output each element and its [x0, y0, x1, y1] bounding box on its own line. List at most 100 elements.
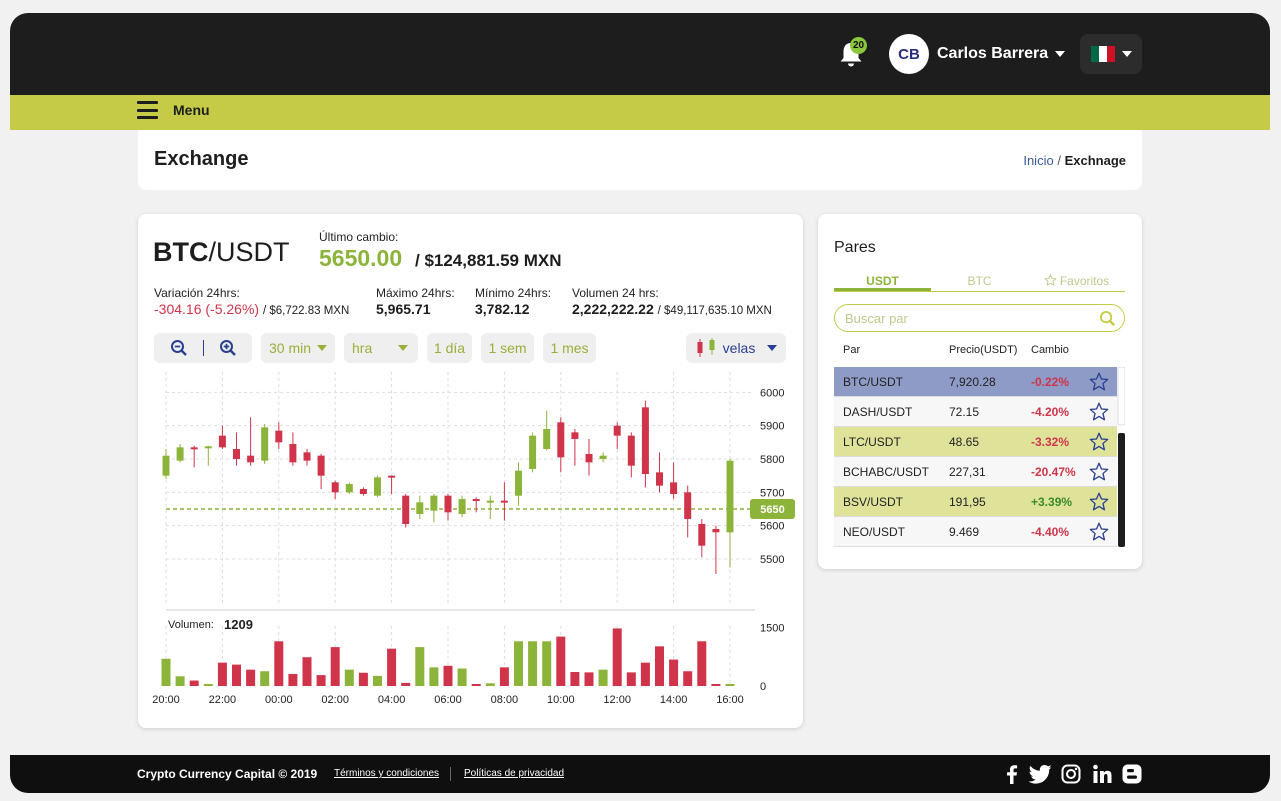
range-month-button[interactable]: 1 mes: [543, 333, 596, 363]
volume-bar: [203, 684, 213, 686]
star-icon[interactable]: [1089, 372, 1109, 391]
candle-body: [261, 427, 269, 461]
star-icon[interactable]: [1089, 462, 1109, 481]
chevron-down-icon: [398, 345, 408, 351]
candle-body: [543, 429, 551, 449]
candle-body: [585, 454, 593, 463]
candle-body: [458, 499, 466, 514]
pair-row[interactable]: BSV/USDT 191,95 +3.39%: [834, 487, 1117, 517]
breadcrumb-separator: /: [1057, 153, 1061, 168]
volume-bar: [655, 646, 664, 686]
volume-bar: [584, 672, 594, 686]
candle-body: [627, 435, 635, 466]
volume-bar: [542, 641, 552, 686]
pair-row[interactable]: BCHABC/USDT 227,31 -20.47%: [834, 457, 1117, 487]
volume-bar: [612, 628, 622, 686]
pair-change: -0.22%: [1031, 375, 1070, 389]
volume-bar: [457, 668, 467, 686]
interval-select[interactable]: 30 min: [261, 333, 335, 363]
pair-change: -4.40%: [1031, 525, 1070, 539]
unit-select[interactable]: hra: [344, 333, 418, 363]
app-frame: 20 CB Carlos Barrera Menu Exchange Inici…: [10, 13, 1270, 793]
header-price: Precio(USDT): [949, 344, 1018, 356]
pair-row[interactable]: DASH/USDT 72.15 -4.20%: [834, 397, 1117, 427]
volume-bar: [514, 641, 523, 686]
breadcrumb-home-link[interactable]: Inicio: [1023, 153, 1053, 168]
pairs-scrollbar[interactable]: [1117, 367, 1125, 547]
tab-favorites[interactable]: Favoritos: [1028, 274, 1125, 291]
pair-row[interactable]: BTC/USDT 7,920.28 -0.22%: [834, 367, 1117, 397]
zoom-in-icon[interactable]: [219, 339, 237, 357]
pair-price: 72.15: [949, 405, 980, 419]
range-day-button[interactable]: 1 día: [427, 333, 472, 363]
pair-change: -3.32%: [1031, 435, 1070, 449]
blogger-icon[interactable]: [1121, 763, 1143, 785]
chart-style-select[interactable]: velas: [686, 333, 786, 363]
page-title: Exchange: [154, 148, 249, 170]
volume-bar: [189, 680, 199, 686]
facebook-icon[interactable]: [1001, 763, 1023, 785]
menu-button[interactable]: Menu: [137, 101, 210, 119]
terms-link[interactable]: Términos y condiciones: [334, 768, 439, 779]
instagram-icon[interactable]: [1060, 763, 1082, 785]
volume-bar: [626, 672, 636, 686]
candle-body: [571, 432, 579, 439]
variation-mxn: / $6,722.83 MXN: [262, 305, 350, 317]
star-icon[interactable]: [1089, 522, 1109, 541]
star-icon[interactable]: [1089, 432, 1109, 451]
candle-body: [359, 489, 367, 494]
privacy-link[interactable]: Políticas de privacidad: [464, 768, 564, 779]
x-tick-label: 04:00: [378, 694, 406, 706]
chevron-down-icon: [317, 345, 328, 351]
pair-row[interactable]: NEO/USDT 9.469 -4.40%: [834, 517, 1117, 547]
footer-copyright: Crypto Currency Capital © 2019: [137, 767, 318, 781]
zoom-out-icon[interactable]: [170, 339, 188, 357]
tab-btc[interactable]: BTC: [931, 274, 1028, 291]
candle-body: [500, 500, 508, 503]
volume-bar: [401, 682, 411, 686]
volume-label: Volumen 24 hrs:: [572, 286, 659, 300]
twitter-icon[interactable]: [1028, 763, 1053, 785]
x-tick-label: 14:00: [660, 694, 688, 706]
volume-bar: [358, 672, 368, 686]
footer: Crypto Currency Capital © 2019 Términos …: [10, 755, 1270, 793]
page-header-card: Exchange Inicio / Exchnage: [138, 130, 1142, 190]
volume-bar: [330, 647, 340, 686]
range-week-button[interactable]: 1 sem: [481, 333, 534, 363]
pair-price: 9.469: [949, 525, 980, 539]
pair-row[interactable]: LTC/USDT 48.65 -3.32%: [834, 427, 1117, 457]
star-icon[interactable]: [1089, 492, 1109, 511]
linkedin-icon[interactable]: [1091, 763, 1113, 785]
volume-bar: [274, 641, 284, 686]
tab-favorites-label: Favoritos: [1059, 274, 1110, 288]
header-change: Cambio: [1031, 344, 1069, 356]
volume-bar: [683, 671, 693, 686]
hamburger-icon: [137, 101, 158, 119]
candle-body: [430, 495, 438, 511]
notifications-button[interactable]: 20: [838, 37, 867, 68]
volume-tick-label: 0: [760, 681, 766, 693]
menu-bar: Menu: [10, 95, 1270, 130]
candle-body: [218, 435, 226, 448]
y-tick-label: 6000: [760, 387, 784, 399]
pair-name: BSV/USDT: [843, 495, 904, 509]
volume-bar: [499, 667, 509, 686]
user-menu[interactable]: CB Carlos Barrera: [889, 34, 1066, 74]
volume-mxn: / $49,117,635.10 MXN: [657, 305, 772, 317]
chevron-down-icon: [1055, 51, 1066, 57]
pair-search-input[interactable]: [845, 305, 1095, 331]
tab-usdt[interactable]: USDT: [834, 274, 931, 291]
avatar: CB: [889, 34, 929, 74]
candle-body: [317, 455, 325, 476]
search-icon[interactable]: [1099, 310, 1116, 327]
zoom-divider: [202, 340, 204, 356]
pair-name: NEO/USDT: [843, 525, 906, 539]
language-selector[interactable]: [1080, 34, 1142, 74]
star-icon[interactable]: [1089, 402, 1109, 421]
volume-bar: [711, 684, 721, 686]
chevron-down-icon: [1121, 51, 1132, 57]
pair-name: LTC/USDT: [843, 435, 901, 449]
candle-body: [303, 452, 311, 461]
candlestick-chart[interactable]: 20:00 22:00 00:00 02:00 04:00 06:00 08:00 10:00…: [138, 364, 803, 714]
interval-value: 30 min: [268, 340, 312, 356]
